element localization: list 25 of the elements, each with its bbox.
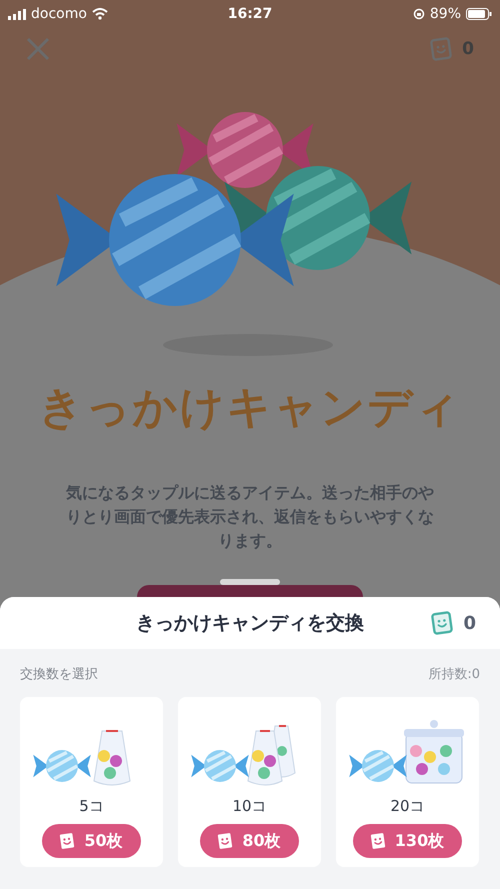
quantity-label: 20コ — [390, 797, 425, 816]
carrier-name: docomo — [31, 6, 87, 22]
wifi-icon — [92, 8, 108, 20]
clock-time: 16:27 — [228, 6, 272, 22]
price-button[interactable]: 130枚 — [352, 824, 462, 858]
signal-icon — [8, 8, 26, 20]
option-card[interactable]: 20コ 130枚 — [336, 697, 479, 867]
battery-percent: 89% — [430, 6, 462, 22]
ticket-count: 0 — [462, 39, 474, 59]
close-icon[interactable] — [26, 37, 50, 61]
sheet-handle[interactable] — [220, 579, 280, 585]
ticket-count: 0 — [463, 612, 476, 634]
sheet-title: きっかけキャンディを交換 — [136, 611, 364, 636]
price-button[interactable]: 50枚 — [42, 824, 141, 858]
quantity-label: 5コ — [79, 797, 104, 816]
description-text: 気になるタップルに送るアイテム。送った相手のやりとり画面で優先表示され、返信をもらいやすくなります。 — [65, 482, 435, 552]
option-card[interactable]: 5コ 50枚 — [20, 697, 163, 867]
quantity-label: 10コ — [232, 797, 267, 816]
orientation-lock-icon — [412, 8, 425, 20]
price-button[interactable]: 80枚 — [200, 824, 299, 858]
option-card[interactable]: 10コ 80枚 — [178, 697, 321, 867]
owned-count: 所持数:0 — [428, 666, 480, 683]
section-label: 交換数を選択 — [20, 666, 98, 683]
logo-title: きっかけキャンディ — [38, 381, 462, 435]
battery-icon — [466, 8, 492, 20]
